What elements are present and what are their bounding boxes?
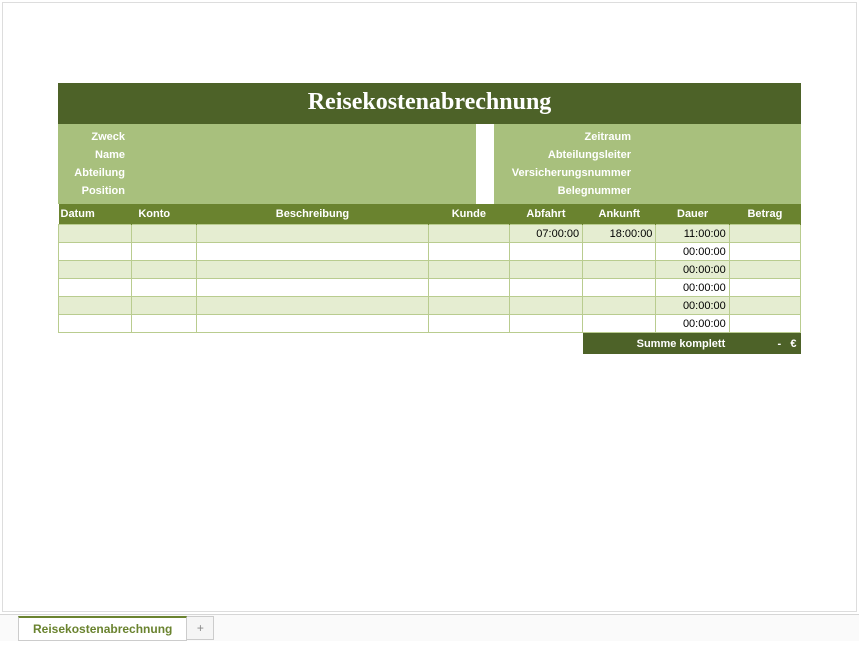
cell-abfahrt[interactable] xyxy=(509,297,582,315)
cell-datum[interactable] xyxy=(59,279,132,297)
cell-kunde[interactable] xyxy=(428,243,509,261)
cell-betrag[interactable] xyxy=(729,297,800,315)
cell-konto[interactable] xyxy=(132,315,197,333)
cell-ankunft[interactable] xyxy=(583,315,656,333)
col-abfahrt: Abfahrt xyxy=(509,204,582,225)
label-versicherungsnummer: Versicherungsnummer xyxy=(498,164,633,182)
value-versicherungsnummer[interactable] xyxy=(637,162,759,181)
cell-kunde[interactable] xyxy=(428,297,509,315)
value-zweck[interactable] xyxy=(131,124,476,143)
cell-betrag[interactable] xyxy=(729,225,800,243)
info-spacer xyxy=(476,124,494,204)
cell-dauer[interactable]: 00:00:00 xyxy=(656,261,729,279)
cell-ankunft[interactable] xyxy=(583,261,656,279)
info-section: Zweck Name Abteilung Position xyxy=(58,124,801,204)
cell-betrag[interactable] xyxy=(729,261,800,279)
cell-dauer[interactable]: 00:00:00 xyxy=(656,297,729,315)
cell-datum[interactable] xyxy=(59,315,132,333)
col-dauer: Dauer xyxy=(656,204,729,225)
total-value: - € xyxy=(729,333,800,355)
col-beschreibung: Beschreibung xyxy=(197,204,429,225)
total-label: Summe komplett xyxy=(583,333,730,355)
cell-ankunft[interactable]: 18:00:00 xyxy=(583,225,656,243)
col-betrag: Betrag xyxy=(729,204,800,225)
value-abteilung[interactable] xyxy=(131,162,476,181)
table-row[interactable]: 00:00:00 xyxy=(59,315,801,333)
table-row[interactable]: 00:00:00 xyxy=(59,243,801,261)
cell-konto[interactable] xyxy=(132,297,197,315)
cell-dauer[interactable]: 00:00:00 xyxy=(656,315,729,333)
table-row[interactable]: 00:00:00 xyxy=(59,279,801,297)
cell-dauer[interactable]: 11:00:00 xyxy=(656,225,729,243)
value-position[interactable] xyxy=(131,181,476,200)
cell-dauer[interactable]: 00:00:00 xyxy=(656,279,729,297)
label-zeitraum: Zeitraum xyxy=(498,128,633,146)
col-datum: Datum xyxy=(59,204,132,225)
value-abteilungsleiter[interactable] xyxy=(637,143,759,162)
col-kunde: Kunde xyxy=(428,204,509,225)
sheet-tab-bar: Reisekostenabrechnung + xyxy=(0,614,859,641)
cell-ankunft[interactable] xyxy=(583,243,656,261)
cell-abfahrt[interactable] xyxy=(509,261,582,279)
cell-konto[interactable] xyxy=(132,243,197,261)
report-title: Reisekostenabrechnung xyxy=(58,83,801,124)
col-ankunft: Ankunft xyxy=(583,204,656,225)
label-name: Name xyxy=(62,146,127,164)
cell-abfahrt[interactable] xyxy=(509,315,582,333)
cell-abfahrt[interactable] xyxy=(509,243,582,261)
table-row[interactable]: 07:00:0018:00:0011:00:00 xyxy=(59,225,801,243)
cell-abfahrt[interactable]: 07:00:00 xyxy=(509,225,582,243)
cell-konto[interactable] xyxy=(132,279,197,297)
cell-beschreibung[interactable] xyxy=(197,315,429,333)
info-right-labels: Zeitraum Abteilungsleiter Versicherungsn… xyxy=(494,124,637,204)
sheet-tab-active[interactable]: Reisekostenabrechnung xyxy=(18,616,187,641)
label-abteilungsleiter: Abteilungsleiter xyxy=(498,146,633,164)
cell-kunde[interactable] xyxy=(428,225,509,243)
cell-kunde[interactable] xyxy=(428,261,509,279)
cell-betrag[interactable] xyxy=(729,279,800,297)
col-konto: Konto xyxy=(132,204,197,225)
total-row: Summe komplett - € xyxy=(59,333,801,355)
label-position: Position xyxy=(62,182,127,200)
label-abteilung: Abteilung xyxy=(62,164,127,182)
table-header-row: Datum Konto Beschreibung Kunde Abfahrt A… xyxy=(59,204,801,225)
value-zeitraum[interactable] xyxy=(637,124,759,143)
cell-datum[interactable] xyxy=(59,297,132,315)
info-left-values[interactable] xyxy=(131,124,476,204)
cell-beschreibung[interactable] xyxy=(197,297,429,315)
value-name[interactable] xyxy=(131,143,476,162)
cell-konto[interactable] xyxy=(132,225,197,243)
cell-beschreibung[interactable] xyxy=(197,243,429,261)
expense-table[interactable]: Datum Konto Beschreibung Kunde Abfahrt A… xyxy=(58,204,801,354)
cell-beschreibung[interactable] xyxy=(197,279,429,297)
value-belegnummer[interactable] xyxy=(637,181,759,200)
cell-ankunft[interactable] xyxy=(583,279,656,297)
cell-datum[interactable] xyxy=(59,225,132,243)
table-row[interactable]: 00:00:00 xyxy=(59,297,801,315)
spreadsheet-canvas: Reisekostenabrechnung Zweck Name Abteilu… xyxy=(2,2,857,612)
info-right-values[interactable] xyxy=(637,124,759,204)
table-row[interactable]: 00:00:00 xyxy=(59,261,801,279)
cell-konto[interactable] xyxy=(132,261,197,279)
cell-beschreibung[interactable] xyxy=(197,261,429,279)
cell-betrag[interactable] xyxy=(729,315,800,333)
cell-datum[interactable] xyxy=(59,243,132,261)
cell-kunde[interactable] xyxy=(428,315,509,333)
label-zweck: Zweck xyxy=(62,128,127,146)
cell-betrag[interactable] xyxy=(729,243,800,261)
cell-ankunft[interactable] xyxy=(583,297,656,315)
cell-kunde[interactable] xyxy=(428,279,509,297)
add-sheet-button[interactable]: + xyxy=(187,616,214,640)
cell-abfahrt[interactable] xyxy=(509,279,582,297)
cell-beschreibung[interactable] xyxy=(197,225,429,243)
label-belegnummer: Belegnummer xyxy=(498,182,633,200)
cell-datum[interactable] xyxy=(59,261,132,279)
cell-dauer[interactable]: 00:00:00 xyxy=(656,243,729,261)
info-left-labels: Zweck Name Abteilung Position xyxy=(58,124,131,204)
